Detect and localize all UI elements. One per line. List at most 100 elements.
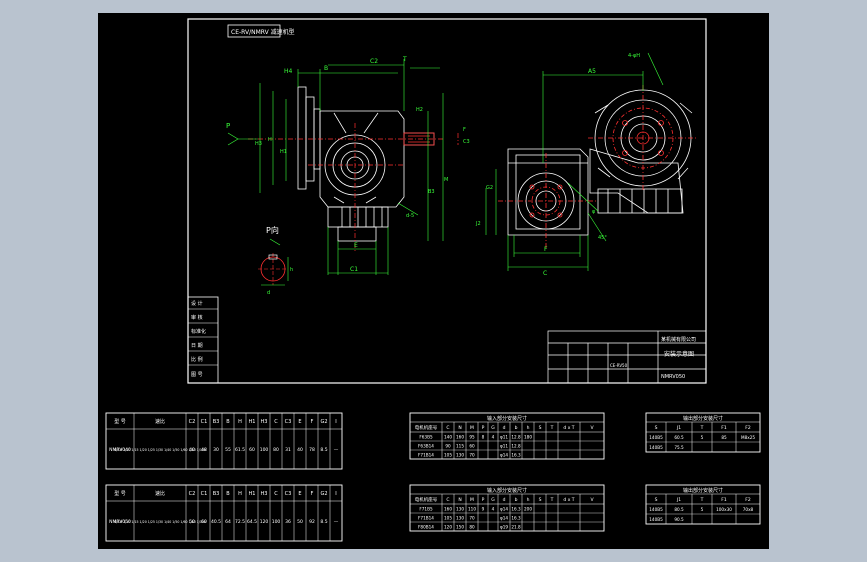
table-header-cell: I	[335, 491, 336, 497]
table-cell: φ11	[500, 435, 508, 440]
table-cell: 140B5	[649, 517, 663, 522]
tables-layer: 型 号速比 C2 C1 B3 B H H1 H3 C C3 E F G2 INMRV0401/7.5 1/…	[105, 412, 761, 542]
table-header-cell: P	[482, 425, 485, 431]
table-cell: 64.5	[247, 519, 257, 525]
table-cell: 120	[444, 525, 452, 530]
table-header-cell: T	[700, 425, 704, 431]
table-cell: 70x8	[743, 507, 754, 512]
table-cell: 100	[272, 519, 281, 525]
table-cell: 31	[285, 447, 291, 453]
table-header-cell: E	[298, 419, 301, 425]
table-header-cell: 电机机座号	[415, 424, 438, 431]
svg-text:H3: H3	[255, 141, 262, 147]
table-cell: F71B14	[418, 453, 434, 458]
table-header-cell: S	[655, 497, 658, 503]
input-table: 输入部分安装尺寸电机机座号 C N M P Gd b h S Td x T V F63B5 140 160…	[409, 412, 605, 460]
svg-text:B: B	[324, 65, 328, 72]
table-cell: φ14	[500, 507, 508, 512]
table-caption: 输入部分安装尺寸	[487, 415, 527, 422]
table-cell: 80	[469, 525, 475, 530]
input-table-2: 输入部分安装尺寸电机机座号 C N M P Gd b h S Td x T V F71B5 160 130…	[409, 484, 605, 532]
table-cell: 70	[469, 516, 475, 521]
table-header-cell: T	[700, 497, 704, 503]
table-cell: 100x30	[716, 507, 732, 512]
table-header-cell: H	[238, 419, 242, 425]
table-cell: 9	[482, 507, 485, 512]
table-cell: 90	[445, 444, 451, 449]
table-header-cell: C	[446, 497, 449, 503]
table-caption: 输入部分安装尺寸	[487, 487, 527, 494]
svg-text:45°: 45°	[598, 235, 607, 241]
table-header-cell: P	[482, 497, 485, 503]
table-header-cell: I	[335, 419, 336, 425]
table-cell: F80B14	[418, 525, 434, 530]
table-header-cell: G	[491, 425, 495, 431]
svg-text:C2: C2	[370, 58, 378, 65]
svg-text:4-φH: 4-φH	[628, 53, 640, 59]
table-cell: 140B5	[649, 435, 663, 440]
table-header-cell: d x T	[563, 497, 574, 503]
svg-text:比 例: 比 例	[191, 356, 203, 363]
title-code: CE-RV50	[610, 363, 628, 368]
table-header-cell: d x T	[563, 425, 574, 431]
table-cell: —	[334, 448, 339, 453]
table-cell: 48	[201, 447, 207, 453]
table-header-cell: F	[311, 491, 314, 497]
table-cell: F71B5	[419, 507, 433, 512]
table-cell: 140B5	[649, 445, 663, 450]
table-cell: F63B14	[418, 444, 434, 449]
svg-text:图 号: 图 号	[191, 372, 203, 378]
table-header-cell: 电机机座号	[415, 496, 438, 503]
svg-text:M: M	[444, 177, 448, 183]
view-p-label: P向	[266, 225, 279, 235]
table-cell: 5	[701, 435, 704, 440]
table-cell: F71B14	[418, 516, 434, 521]
table-cell: 85	[721, 435, 727, 440]
table-header-cell: B3	[213, 491, 220, 497]
table-cell: M8x25	[741, 435, 755, 440]
svg-text:F: F	[544, 246, 548, 253]
table-cell: 16.3	[511, 507, 521, 512]
svg-text:F: F	[463, 127, 466, 133]
svg-text:H4: H4	[284, 68, 293, 75]
svg-text:H1: H1	[280, 149, 287, 155]
left-centerlines	[248, 123, 459, 253]
table-cell: 60	[201, 519, 207, 525]
table-header-cell: H3	[261, 491, 268, 497]
table-cell: 60	[469, 444, 475, 449]
table-cell: 160	[444, 507, 452, 512]
table-cell: φ14	[500, 516, 508, 521]
right-dim-labels: A5 4-φH G2 J2 F C φ 45°	[475, 53, 640, 277]
table-cell: 40	[189, 447, 195, 453]
table-cell: 140	[444, 435, 452, 440]
svg-text:J2: J2	[475, 221, 481, 227]
title-part: NMRV050	[661, 374, 685, 380]
table-header-cell: G	[491, 497, 495, 503]
table-cell: 80	[273, 447, 279, 453]
table-cell: 50	[189, 519, 195, 525]
table-header-cell: H	[238, 491, 242, 497]
table-header-cell: F	[311, 419, 314, 425]
table-cell: 105	[444, 453, 452, 458]
table-cell: 80.5	[674, 507, 684, 512]
header-label: CE-RV/NMRV 减速机型	[231, 28, 295, 36]
table-header-cell: F2	[745, 497, 751, 503]
table-cell: 140B5	[649, 507, 663, 512]
table-cell: 50	[297, 519, 303, 525]
table-header-cell: S	[655, 425, 658, 431]
svg-text:G2: G2	[486, 185, 493, 191]
table-cell: 60	[249, 447, 255, 453]
svg-text:H2: H2	[416, 107, 423, 113]
table-header-cell: N	[458, 497, 461, 503]
title-drawing-name: 安装示意图	[664, 350, 694, 358]
drawing-canvas: CE-RV/NMRV 减速机型 H4 B C2 T P H3 H B3 M C1…	[98, 13, 769, 549]
table-cell: 130	[456, 453, 464, 458]
cad-drawing: CE-RV/NMRV 减速机型 H4 B C2 T P H3 H B3 M C1…	[105, 18, 761, 542]
table-header-cell: 型 号	[114, 490, 126, 497]
table-cell: 100	[260, 447, 269, 453]
table-header-cell: M	[470, 497, 474, 503]
table-header-cell: H1	[249, 491, 256, 497]
right-view	[507, 89, 693, 236]
table-cell: 200	[524, 507, 532, 512]
table-header-cell: 型 号	[114, 418, 126, 425]
